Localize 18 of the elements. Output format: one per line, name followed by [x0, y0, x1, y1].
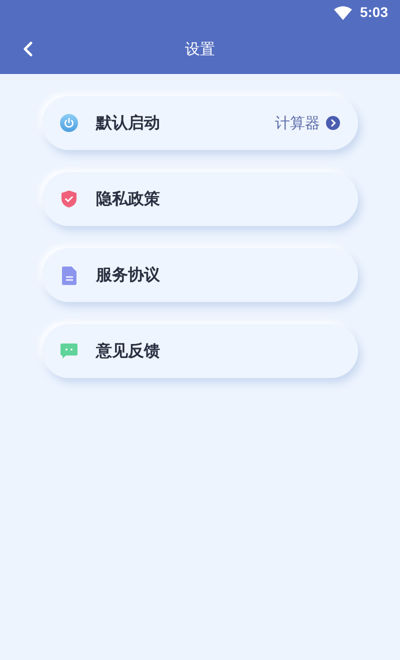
page-title: 设置 — [185, 39, 215, 60]
settings-item[interactable]: 服务协议 — [42, 248, 358, 302]
item-label: 意见反馈 — [96, 340, 160, 362]
chevron-right-icon — [326, 116, 340, 130]
settings-item[interactable]: 意见反馈 — [42, 324, 358, 378]
item-label: 默认启动 — [96, 112, 160, 134]
wifi-icon — [334, 6, 352, 20]
item-label: 服务协议 — [96, 264, 160, 286]
shield-icon — [61, 190, 77, 208]
document-icon — [62, 266, 76, 284]
settings-item[interactable]: 隐私政策 — [42, 172, 358, 226]
item-value: 计算器 — [275, 112, 320, 134]
chat-icon — [60, 343, 78, 359]
chevron-left-icon — [22, 41, 34, 57]
settings-item[interactable]: 默认启动 计算器 — [42, 96, 358, 150]
power-icon — [60, 114, 78, 132]
status-time: 5:03 — [360, 3, 388, 22]
item-label: 隐私政策 — [96, 188, 160, 210]
